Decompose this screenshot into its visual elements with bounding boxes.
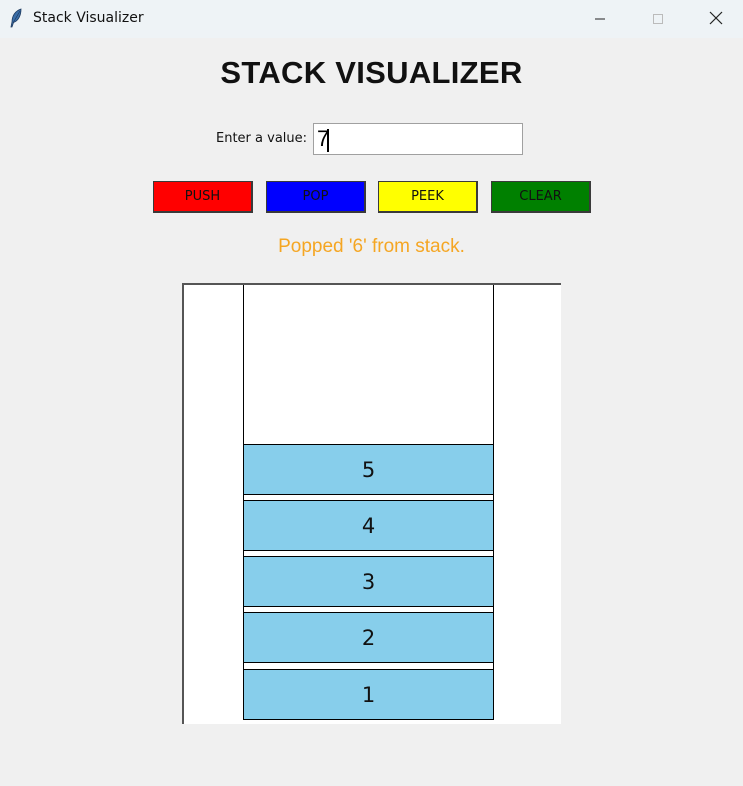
app-window: Stack Visualizer STACK VISUALIZER Enter … xyxy=(0,0,743,786)
close-button[interactable] xyxy=(688,0,743,38)
page-title: STACK VISUALIZER xyxy=(220,55,523,90)
status-message: Popped '6' from stack. xyxy=(278,236,465,257)
stack-canvas: 5 4 3 2 1 xyxy=(182,283,561,724)
pop-button[interactable]: POP xyxy=(266,181,366,213)
text-cursor xyxy=(327,129,329,152)
value-input[interactable] xyxy=(313,123,523,155)
stack-item: 3 xyxy=(243,556,494,607)
stack-item: 1 xyxy=(243,669,494,720)
stack-item: 2 xyxy=(243,612,494,663)
stack-item: 5 xyxy=(243,444,494,495)
title-bar: Stack Visualizer xyxy=(0,0,743,38)
window-title: Stack Visualizer xyxy=(33,10,144,26)
peek-button[interactable]: PEEK xyxy=(378,181,478,213)
value-input-label: Enter a value: xyxy=(216,131,308,146)
maximize-button[interactable] xyxy=(630,0,686,38)
clear-button[interactable]: CLEAR xyxy=(491,181,591,213)
close-icon xyxy=(709,10,723,29)
minimize-button[interactable] xyxy=(572,0,628,38)
feather-icon xyxy=(9,8,23,28)
minimize-icon xyxy=(594,10,606,29)
push-button[interactable]: PUSH xyxy=(153,181,253,213)
maximize-icon xyxy=(652,10,664,29)
stack-item: 4 xyxy=(243,500,494,551)
